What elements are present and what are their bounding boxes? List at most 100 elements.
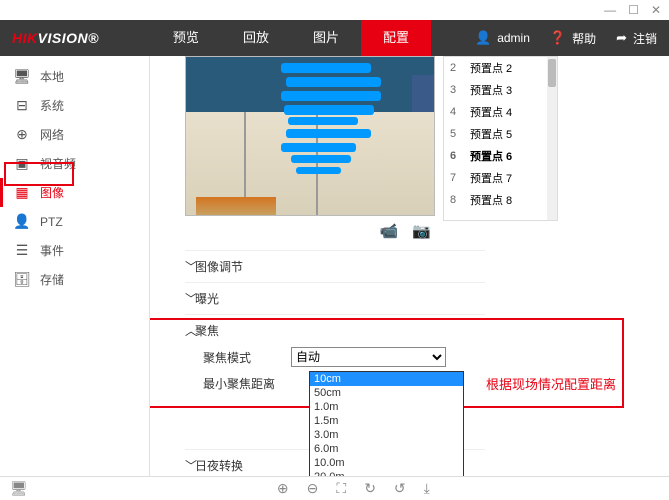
sidebar-item-label: 网络 — [40, 126, 64, 143]
preset-num: 2 — [450, 62, 464, 74]
section-header[interactable]: ﹀曝光 — [185, 288, 485, 309]
av-icon: ▣ — [14, 155, 30, 172]
camera-photo-icon[interactable]: 📷 — [412, 222, 431, 240]
preset-label: 预置点 4 — [470, 104, 512, 120]
preset-num: 7 — [450, 172, 464, 184]
sidebar-item-label: 本地 — [40, 68, 64, 85]
bottom-left-icon[interactable]: 🖥 — [0, 480, 38, 497]
window-close[interactable]: ✕ — [651, 3, 661, 17]
annotation-text: 根据现场情况配置距离 — [486, 374, 616, 393]
dropdown-option[interactable]: 10cm — [310, 372, 463, 386]
dropdown-option[interactable]: 20.0m — [310, 470, 463, 476]
preview-toolbar: 📹 📷 — [185, 216, 435, 250]
network-icon: ⊕ — [14, 126, 30, 143]
sidebar-item-label: 存储 — [40, 271, 64, 288]
section-header[interactable]: ﹀图像调节 — [185, 256, 485, 277]
sidebar: 🖥 本地 ⊟ 系统 ⊕ 网络 ▣ 视音频 ▦ 图像 👤PTZ ☰事件 🗄 存储 — [0, 56, 150, 476]
storage-icon: 🗄 — [14, 271, 30, 288]
sidebar-item-image[interactable]: ▦ 图像 — [0, 178, 149, 207]
sidebar-item-local[interactable]: 🖥 本地 — [0, 62, 149, 91]
logout-link[interactable]: 注销 — [633, 30, 657, 47]
preset-row[interactable]: 2 预置点 2 — [444, 57, 557, 79]
bottom-bar: 🖥 ⊕ ⊖ ⛶ ↻ ↺ ⤓ — [0, 476, 669, 500]
section-title: 聚焦 — [195, 324, 219, 338]
section-image-adjust: ﹀图像调节 — [185, 250, 485, 282]
sidebar-item-storage[interactable]: 🗄 存储 — [0, 265, 149, 294]
chevron-down-icon: ﹀ — [185, 457, 195, 474]
dropdown-option[interactable]: 6.0m — [310, 442, 463, 456]
dropdown-option[interactable]: 1.0m — [310, 400, 463, 414]
nav-preview[interactable]: 预览 — [151, 20, 221, 56]
ptz-icon: 👤 — [14, 213, 30, 230]
section-header[interactable]: ︿聚焦 — [185, 320, 485, 341]
preset-num: 4 — [450, 106, 464, 118]
monitor-icon: 🖥 — [14, 68, 30, 85]
main-area: 🖥 本地 ⊟ 系统 ⊕ 网络 ▣ 视音频 ▦ 图像 👤PTZ ☰事件 🗄 存储 — [0, 56, 669, 476]
sidebar-item-event[interactable]: ☰事件 — [0, 236, 149, 265]
chevron-up-icon: ︿ — [185, 322, 195, 339]
preset-label: 预置点 2 — [470, 60, 512, 76]
preset-label: 预置点 6 — [470, 148, 512, 164]
help-link[interactable]: 帮助 — [572, 30, 596, 47]
chevron-down-icon: ﹀ — [185, 290, 195, 307]
system-icon: ⊟ — [14, 97, 30, 114]
preset-label: 预置点 7 — [470, 170, 512, 186]
nav-playback[interactable]: 回放 — [221, 20, 291, 56]
image-icon: ▦ — [14, 184, 30, 201]
camera-video-icon[interactable]: 📹 — [380, 222, 399, 240]
event-icon: ☰ — [14, 242, 30, 259]
sidebar-item-label: 系统 — [40, 97, 64, 114]
preset-row[interactable]: 8 预置点 8 — [444, 189, 557, 211]
nav-config[interactable]: 配置 — [361, 20, 431, 56]
window-titlebar: — ☐ ✕ — [0, 0, 669, 20]
focus-mode-label: 聚焦模式 — [203, 349, 291, 366]
preset-num: 5 — [450, 128, 464, 140]
section-exposure: ﹀曝光 — [185, 282, 485, 314]
sidebar-item-label: 图像 — [40, 184, 64, 201]
preset-label: 预置点 5 — [470, 126, 512, 142]
preset-row[interactable]: 7 预置点 7 — [444, 167, 557, 189]
redo-icon[interactable]: ↻ — [364, 480, 376, 497]
preset-num: 3 — [450, 84, 464, 96]
preset-num: 8 — [450, 194, 464, 206]
sidebar-item-network[interactable]: ⊕ 网络 — [0, 120, 149, 149]
download-icon[interactable]: ⤓ — [424, 480, 430, 497]
window-maximize[interactable]: ☐ — [628, 3, 639, 17]
window-minimize[interactable]: — — [604, 3, 616, 17]
dropdown-option[interactable]: 10.0m — [310, 456, 463, 470]
sidebar-item-av[interactable]: ▣ 视音频 — [0, 149, 149, 178]
focus-mode-select[interactable]: 自动 — [291, 347, 446, 367]
preset-label: 预置点 8 — [470, 192, 512, 208]
nav-right: 👤 admin ❓ 帮助 ➦ 注销 — [475, 30, 669, 47]
nav-items: 预览 回放 图片 配置 — [151, 20, 431, 56]
focus-min-label: 最小聚焦距离 — [203, 375, 291, 392]
section-title: 日夜转换 — [195, 459, 243, 473]
video-preview — [185, 56, 435, 216]
top-nav: HIKVISION® 预览 回放 图片 配置 👤 admin ❓ 帮助 ➦ 注销 — [0, 20, 669, 56]
bottom-tools: ⊕ ⊖ ⛶ ↻ ↺ ⤓ — [277, 480, 430, 497]
brand-hik: HIK — [12, 30, 38, 46]
dropdown-option[interactable]: 50cm — [310, 386, 463, 400]
zoom-out-icon[interactable]: ⊖ — [307, 480, 319, 497]
dropdown-option[interactable]: 1.5m — [310, 414, 463, 428]
preset-row[interactable]: 4 预置点 4 — [444, 101, 557, 123]
preset-row[interactable]: 5 预置点 5 — [444, 123, 557, 145]
zoom-in-icon[interactable]: ⊕ — [277, 480, 289, 497]
brand-logo: HIKVISION® — [0, 30, 111, 46]
preset-row[interactable]: 3预置点 3 — [444, 79, 557, 101]
sidebar-item-system[interactable]: ⊟ 系统 — [0, 91, 149, 120]
dropdown-option[interactable]: 3.0m — [310, 428, 463, 442]
undo-icon[interactable]: ↺ — [394, 480, 406, 497]
focus-distance-dropdown[interactable]: 10cm 50cm 1.0m 1.5m 3.0m 6.0m 10.0m 20.0… — [309, 371, 464, 476]
sidebar-item-ptz[interactable]: 👤PTZ — [0, 207, 149, 236]
logout-icon: ➦ — [616, 30, 627, 46]
user-label[interactable]: admin — [497, 31, 530, 45]
nav-picture[interactable]: 图片 — [291, 20, 361, 56]
preset-num: 6 — [450, 150, 464, 162]
content-area: 📹 📷 2 预置点 2 3预置点 3 4 预置点 4 5 预置点 5 6 预置点 6 7… — [150, 56, 669, 476]
preset-row[interactable]: 6 预置点 6 — [444, 145, 557, 167]
sidebar-item-label: 视音频 — [40, 155, 76, 172]
preset-list[interactable]: 2 预置点 2 3预置点 3 4 预置点 4 5 预置点 5 6 预置点 6 7 预置点 … — [443, 56, 558, 221]
fullscreen-icon[interactable]: ⛶ — [336, 480, 346, 497]
user-icon: 👤 — [475, 30, 491, 46]
